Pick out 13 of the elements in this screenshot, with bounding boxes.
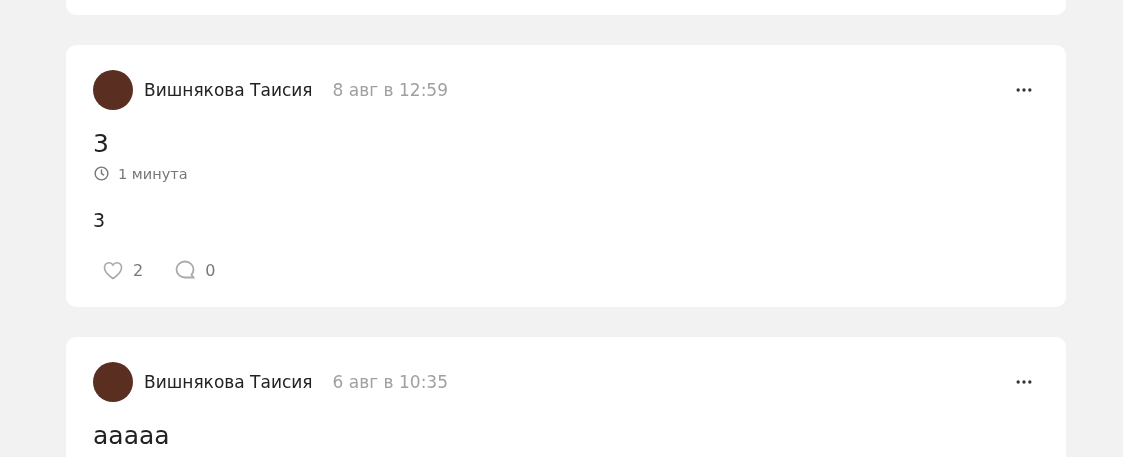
post-text: 3 (93, 208, 107, 232)
clock-icon (93, 165, 110, 182)
comment-button[interactable]: 0 (173, 258, 216, 282)
avatar[interactable] (93, 70, 133, 110)
read-time: 1 минута (118, 165, 188, 182)
post-title[interactable]: ааааа (93, 421, 1039, 451)
post-title[interactable]: 3 (93, 129, 1039, 159)
author-name[interactable]: Вишнякова Таисия (144, 372, 313, 392)
like-button[interactable]: 2 (101, 258, 144, 282)
avatar[interactable] (93, 362, 133, 402)
post-date: 6 авг в 10:35 (332, 372, 448, 392)
post-date: 8 авг в 12:59 (332, 80, 448, 100)
author-name[interactable]: Вишнякова Таисия (144, 80, 313, 100)
